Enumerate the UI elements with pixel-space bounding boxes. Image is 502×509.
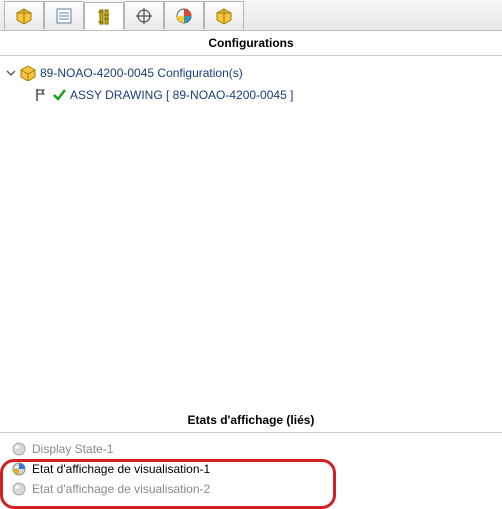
cube-yellow-icon (20, 65, 36, 81)
sphere-color-icon (12, 462, 26, 476)
pie-icon (176, 8, 192, 24)
section-label: Etats d'affichage (liés) (188, 413, 315, 427)
config-root-label: 89-NOAO-4200-0045 Configuration(s) (40, 66, 243, 80)
panel-root: Configurations 89-NOAO-4200-0045 Configu… (0, 0, 502, 509)
tab-appearance[interactable] (164, 1, 204, 29)
section-label: Configurations (208, 36, 293, 50)
collapse-icon[interactable] (6, 68, 16, 78)
list-icon (56, 8, 72, 24)
tab-bar (0, 0, 502, 31)
tab-property[interactable] (44, 1, 84, 29)
section-title-configurations: Configurations (0, 31, 502, 56)
display-state-list: Display State-1 Etat d'affichage de visu… (2, 437, 500, 501)
tab-assembly[interactable] (204, 1, 244, 29)
check-icon (52, 88, 66, 102)
display-state-label: Display State-1 (32, 442, 113, 456)
config-child-row[interactable]: ASSY DRAWING [ 89-NOAO-4200-0045 ] (2, 84, 500, 106)
tab-configuration[interactable] (84, 2, 124, 30)
display-state-label: Etat d'affichage de visualisation-1 (32, 462, 210, 476)
tab-feature-manager[interactable] (4, 1, 44, 29)
flag-icon (34, 88, 48, 102)
display-state-row[interactable]: Display State-1 (6, 439, 496, 459)
target-icon (136, 8, 152, 24)
display-state-row[interactable]: Etat d'affichage de visualisation-2 (6, 479, 496, 499)
configuration-tree: 89-NOAO-4200-0045 Configuration(s) ASSY … (0, 56, 502, 408)
cube-yellow-icon (16, 8, 32, 24)
tab-dim[interactable] (124, 1, 164, 29)
config-root-row[interactable]: 89-NOAO-4200-0045 Configuration(s) (2, 62, 500, 84)
config-child-label: ASSY DRAWING [ 89-NOAO-4200-0045 ] (70, 88, 293, 102)
sphere-grey-icon (12, 482, 26, 496)
cube-yellow-icon (216, 8, 232, 24)
section-title-display-states: Etats d'affichage (liés) (0, 408, 502, 433)
sphere-grey-icon (12, 442, 26, 456)
display-state-panel: Display State-1 Etat d'affichage de visu… (0, 433, 502, 509)
display-state-label: Etat d'affichage de visualisation-2 (32, 482, 210, 496)
config-icon (96, 9, 112, 25)
display-state-row[interactable]: Etat d'affichage de visualisation-1 (6, 459, 496, 479)
